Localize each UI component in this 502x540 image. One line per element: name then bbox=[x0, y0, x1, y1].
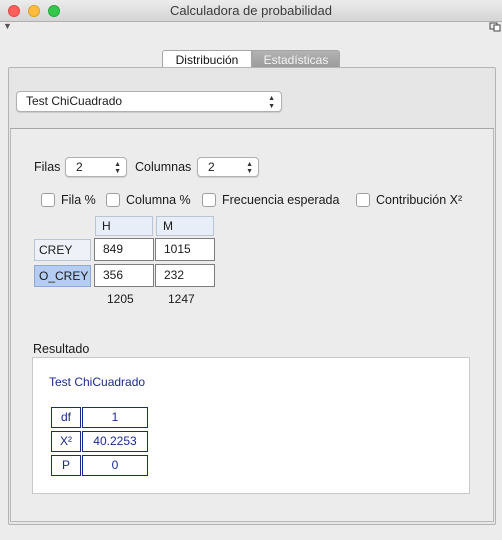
column-total: 1205 bbox=[107, 292, 134, 306]
updown-arrows-icon: ▲ ▼ bbox=[268, 95, 275, 110]
rows-label: Filas bbox=[34, 160, 61, 174]
test-type-select[interactable]: Test ChiCuadrado ▲ ▼ bbox=[16, 91, 282, 112]
column-percent-label: Columna % bbox=[126, 193, 191, 207]
window-title: Calculadora de probabilidad bbox=[170, 3, 332, 18]
menu-triangle-icon[interactable]: ▼ bbox=[3, 21, 12, 31]
result-stat-name: P bbox=[51, 455, 81, 476]
rows-stepper[interactable]: 2 ▲ ▼ bbox=[65, 157, 127, 177]
row-header-editing[interactable]: O_CREY bbox=[34, 265, 91, 287]
row-percent-checkbox[interactable] bbox=[41, 193, 55, 207]
columns-stepper[interactable]: 2 ▲ ▼ bbox=[197, 157, 259, 177]
updown-arrows-icon: ▲ ▼ bbox=[246, 161, 253, 175]
table-cell[interactable]: 849 bbox=[94, 238, 154, 261]
columns-label: Columnas bbox=[135, 160, 192, 174]
table-cell[interactable]: 1015 bbox=[155, 238, 215, 261]
toolbar-strip bbox=[0, 22, 502, 36]
column-header[interactable]: H bbox=[95, 216, 153, 236]
title-bar: Calculadora de probabilidad bbox=[0, 0, 502, 22]
result-stat-value: 0 bbox=[82, 455, 148, 476]
row-header[interactable]: CREY bbox=[34, 239, 91, 261]
test-type-value: Test ChiCuadrado bbox=[26, 94, 123, 108]
column-total: 1247 bbox=[168, 292, 195, 306]
result-stat-value: 1 bbox=[82, 407, 148, 428]
rows-value: 2 bbox=[76, 160, 83, 174]
table-cell[interactable]: 356 bbox=[94, 264, 154, 287]
row-percent-label: Fila % bbox=[61, 193, 96, 207]
undock-icon[interactable] bbox=[489, 22, 501, 32]
result-section-label: Resultado bbox=[33, 342, 90, 356]
updown-arrows-icon: ▲ ▼ bbox=[114, 161, 121, 175]
expected-frequency-checkbox[interactable] bbox=[202, 193, 216, 207]
chi-contribution-checkbox[interactable] bbox=[356, 193, 370, 207]
result-stat-value: 40.2253 bbox=[82, 431, 148, 452]
column-header[interactable]: M bbox=[156, 216, 214, 236]
result-stat-name: df bbox=[51, 407, 81, 428]
result-title: Test ChiCuadrado bbox=[49, 375, 146, 389]
expected-frequency-label: Frecuencia esperada bbox=[222, 193, 340, 207]
result-stat-name: X² bbox=[51, 431, 81, 452]
columns-value: 2 bbox=[208, 160, 215, 174]
table-cell[interactable]: 232 bbox=[155, 264, 215, 287]
chi-contribution-label: Contribución X² bbox=[376, 193, 463, 207]
column-percent-checkbox[interactable] bbox=[106, 193, 120, 207]
